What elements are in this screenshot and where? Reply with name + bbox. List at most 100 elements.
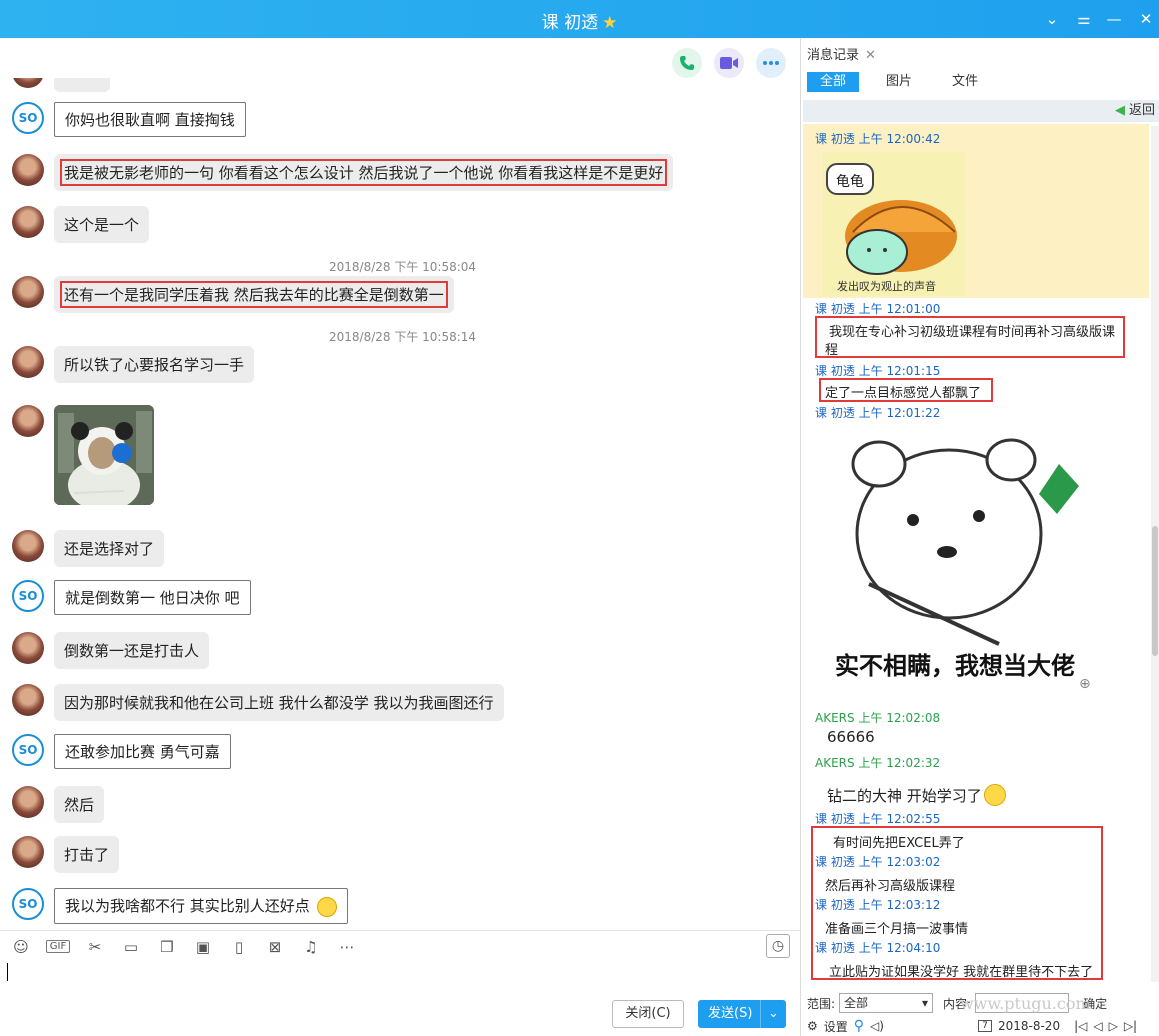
sticker-caption: 实不相瞒，我想当大佬 <box>835 652 1075 680</box>
more-icon[interactable] <box>756 48 786 78</box>
back-button[interactable]: ◀ 返回 <box>1115 103 1155 118</box>
history-text: 准备画三个月搞一波事情 <box>825 922 969 937</box>
back-arrow-icon: ◀ <box>1114 103 1125 118</box>
message-bubble: 这个是一个 <box>54 206 150 243</box>
avatar <box>12 836 44 868</box>
smile-emoji-icon <box>316 896 337 917</box>
timestamp: 2018/8/28 下午 10:58:14 <box>329 330 477 344</box>
last-page-icon[interactable]: ▷| <box>1124 1019 1137 1033</box>
avatar <box>12 632 44 664</box>
image-icon[interactable]: ▣ <box>192 938 214 956</box>
scroll-thumb[interactable] <box>1152 526 1158 656</box>
file-icon[interactable]: ❒ <box>156 938 178 956</box>
sticker-caption: 发出叹为观止的声音 <box>837 280 936 293</box>
avatar <box>12 346 44 378</box>
avatar <box>12 276 44 308</box>
highlight-box <box>60 159 668 186</box>
date-display[interactable]: 2018-8-20 <box>998 1019 1060 1033</box>
call-toolbar <box>672 48 786 78</box>
watermark: www.ptugu.com <box>960 994 1091 1013</box>
history-text: 钻二的大神 开始学习了 <box>827 784 1006 806</box>
tab-label: 消息记录 <box>807 48 860 63</box>
message-bubble: 打击了 <box>54 836 120 873</box>
tab-history[interactable]: 消息记录 ✕ <box>807 44 876 63</box>
history-text: 立此贴为证如果没学好 我就在群里待不下去了 <box>829 965 1094 980</box>
skin-icon[interactable]: ⚌ <box>1073 8 1095 30</box>
emoji-icon[interactable]: ☺ <box>10 938 32 956</box>
message-bubble: 我以为我啥都不行 其实比别人还好点 <box>54 888 348 924</box>
history-sender: 课 初透 上午 12:01:15 <box>815 364 941 378</box>
range-select[interactable]: 全部 ▾ <box>839 993 934 1013</box>
avatar <box>12 154 44 186</box>
history-sender: 课 初透 上午 12:02:55 <box>815 812 941 826</box>
video-call-icon[interactable] <box>714 48 744 78</box>
maximize-icon[interactable] <box>1102 7 1124 29</box>
history-clock-icon[interactable]: ◷ <box>766 934 790 958</box>
message-bubble: 还有一个是我同学压着我 然后我去年的比赛全是倒数第一 <box>54 276 454 313</box>
list-item <box>12 78 110 92</box>
more-tools-icon[interactable]: ⋯ <box>336 938 358 956</box>
shake-icon[interactable]: ▯ <box>228 938 250 956</box>
list-item: 所以铁了心要报名学习一手 <box>12 346 255 383</box>
folder-icon[interactable]: ▭ <box>120 938 142 956</box>
red-packet-icon[interactable]: ⊠ <box>264 938 286 956</box>
history-text: 我现在专心补习初级班课程有时间再补习高级版课 <box>829 325 1116 340</box>
filter-files[interactable]: 文件 <box>939 72 991 92</box>
history-sender: 课 初透 上午 12:01:00 <box>815 302 941 316</box>
history-list[interactable]: 课 初透 上午 12:00:42 龟龟 发出叹为观止的声音 课 初透 上午 12… <box>801 124 1159 984</box>
search-icon[interactable]: ⚲ <box>854 1018 864 1034</box>
music-icon[interactable]: ♫ <box>300 938 322 956</box>
close-icon[interactable]: ✕ <box>1135 8 1157 30</box>
filter-all[interactable]: 全部 <box>807 72 859 92</box>
history-scrollbar[interactable] <box>1151 126 1159 982</box>
send-button[interactable]: 发送(S) ⌄ <box>698 1000 786 1028</box>
timestamp: 2018/8/28 下午 10:58:04 <box>329 260 477 274</box>
chevron-down-icon[interactable]: ⌄ <box>1041 8 1063 30</box>
message-bubble: 然后 <box>54 786 105 823</box>
history-sender: 课 初透 上午 12:01:22 <box>815 406 941 420</box>
list-item: 还是选择对了 <box>12 530 165 567</box>
scissors-icon[interactable]: ✂ <box>84 938 106 956</box>
avatar: SO <box>12 580 44 612</box>
avatar: SO <box>12 888 44 920</box>
calendar-icon[interactable]: 7 <box>977 1020 992 1032</box>
history-text: 66666 <box>827 728 875 746</box>
bear-sticker[interactable]: 实不相瞒，我想当大佬 ⊕ <box>829 424 1101 704</box>
settings-icon[interactable]: ⚙ <box>807 1019 818 1033</box>
history-header: ◀ 返回 <box>803 100 1159 122</box>
history-sender: AKERS 上午 12:02:32 <box>815 756 941 770</box>
title-bar: 课 初透 ★ ⌄ ⚌ — ✕ <box>0 0 1159 38</box>
prev-page-icon[interactable]: ◁ <box>1093 1019 1102 1033</box>
list-item: SO 还敢参加比赛 勇气可嘉 <box>12 734 231 769</box>
history-text: 有时间先把EXCEL弄了 <box>833 836 965 851</box>
chat-pane: SO 你妈也很耿直啊 直接掏钱 我是被无影老师的一句 你看看这个怎么设计 然后我… <box>0 38 800 1036</box>
message-list[interactable]: SO 你妈也很耿直啊 直接掏钱 我是被无影老师的一句 你看看这个怎么设计 然后我… <box>0 78 800 926</box>
phone-icon[interactable] <box>672 48 702 78</box>
filter-images[interactable]: 图片 <box>873 72 925 92</box>
list-item: 因为那时候就我和他在公司上班 我什么都没学 我以为我画图还行 <box>12 684 504 721</box>
list-item: 然后 <box>12 786 105 823</box>
gif-icon[interactable]: GIF <box>46 940 70 953</box>
range-label: 范围: <box>807 996 836 1011</box>
avatar: SO <box>12 102 44 134</box>
list-item: 还有一个是我同学压着我 然后我去年的比赛全是倒数第一 <box>12 276 454 313</box>
settings-button[interactable]: 设置 <box>824 1018 848 1035</box>
zoom-in-icon[interactable]: ⊕ <box>1079 676 1097 694</box>
first-page-icon[interactable]: |◁ <box>1074 1019 1087 1033</box>
chevron-down-icon[interactable]: ⌄ <box>760 1000 786 1028</box>
history-sender: 课 初透 上午 12:03:02 <box>815 855 941 869</box>
list-item: SO 你妈也很耿直啊 直接掏钱 <box>12 102 246 137</box>
history-text: 程 <box>825 343 839 358</box>
next-page-icon[interactable]: ▷ <box>1109 1019 1118 1033</box>
close-icon[interactable]: ✕ <box>865 48 876 63</box>
message-bubble: 因为那时候就我和他在公司上班 我什么都没学 我以为我画图还行 <box>54 684 504 721</box>
sound-icon[interactable]: ◁) <box>870 1019 884 1033</box>
list-item <box>12 405 154 505</box>
sticker-image[interactable] <box>54 405 154 505</box>
message-bubble: 就是倒数第一 他日决你 吧 <box>54 580 251 615</box>
list-item: 倒数第一还是打击人 <box>12 632 210 669</box>
tortoise-sticker[interactable]: 龟龟 发出叹为观止的声音 <box>823 152 965 296</box>
close-button[interactable]: 关闭(C) <box>612 1000 684 1028</box>
history-text: 定了一点目标感觉人都飘了 <box>825 386 982 401</box>
list-item: SO 就是倒数第一 他日决你 吧 <box>12 580 251 615</box>
